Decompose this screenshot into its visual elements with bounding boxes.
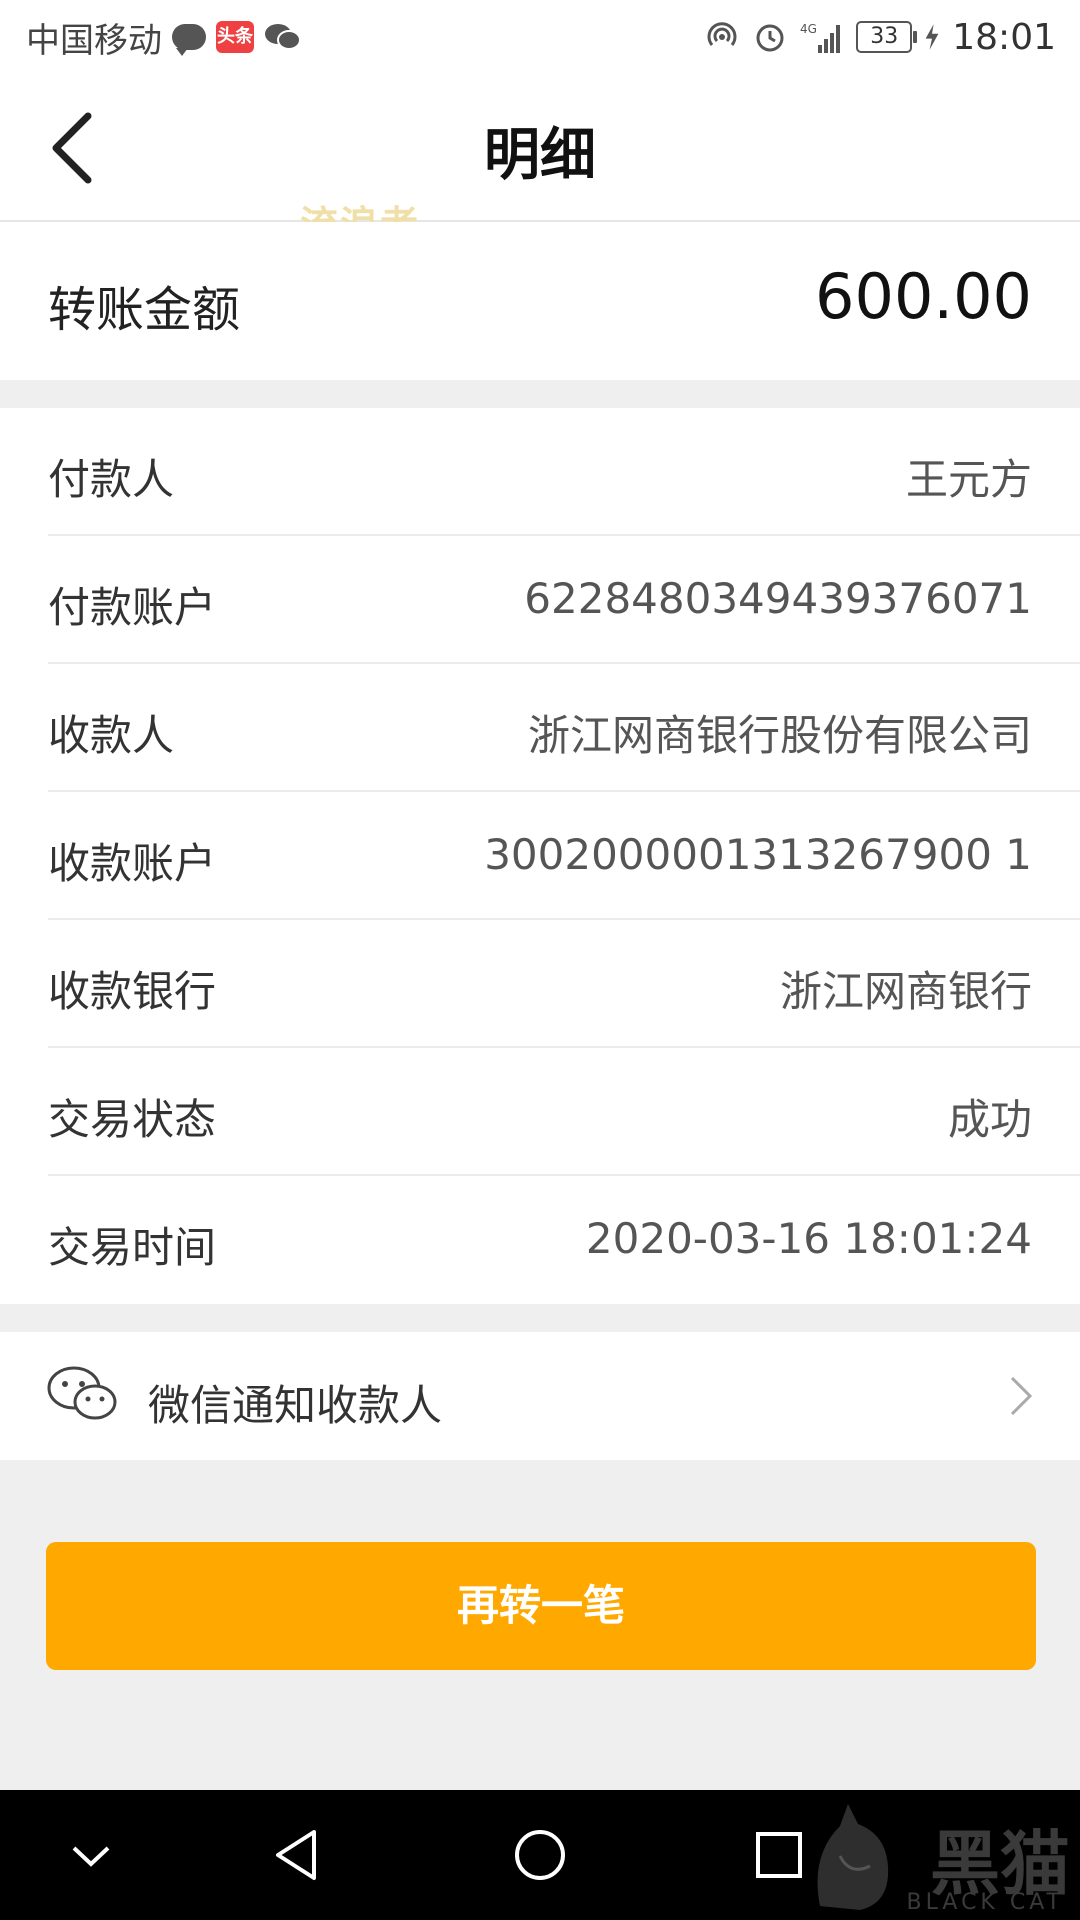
detail-row-time: 交易时间 2020-03-16 18:01:24 [48, 1176, 1080, 1304]
detail-row-payer-account: 付款账户 6228480349439376071 [48, 536, 1080, 664]
back-triangle-icon[interactable] [264, 1820, 334, 1890]
wechat-icon [47, 1366, 117, 1420]
navigation-header: 明细 流浪者 [0, 74, 1080, 247]
cat-icon [817, 1804, 889, 1910]
wechat-notify-label: 微信通知收款人 [148, 1381, 443, 1430]
hotspot-icon [707, 22, 737, 46]
details-card: 付款人 王元方 付款账户 6228480349439376071 收款人 浙江网… [0, 408, 1080, 1304]
clock: 18:01 [952, 16, 1056, 58]
detail-value: 6228480349439376071 [524, 574, 1032, 623]
detail-value: 浙江网商银行股份有限公司 [527, 711, 1032, 760]
detail-row-payer: 付款人 王元方 [48, 408, 1080, 536]
system-navigation-bar: 黑猫 BLACK CAT [0, 1790, 1080, 1920]
transfer-again-button[interactable]: 再转一笔 [46, 1542, 1036, 1670]
page-title: 明细 [484, 123, 596, 188]
amount-label: 转账金额 [48, 282, 241, 338]
detail-value: 王元方 [905, 455, 1032, 504]
detail-label: 交易状态 [48, 1095, 217, 1144]
alarm-icon [756, 24, 784, 52]
status-right: 4G 33 18:01 [704, 14, 1056, 60]
brand-subtext: BLACK CAT [906, 1890, 1064, 1915]
detail-value: 成功 [947, 1095, 1032, 1144]
detail-label: 付款人 [48, 455, 175, 504]
blackcat-logo: 黑猫 BLACK CAT [800, 1790, 1080, 1920]
collapse-icon[interactable] [56, 1820, 126, 1890]
detail-row-status: 交易状态 成功 [48, 1048, 1080, 1176]
charging-icon [925, 24, 939, 50]
carrier-name: 中国移动 [26, 20, 162, 61]
status-left: 中国移动 头条 [26, 16, 302, 61]
detail-value: 浙江网商银行 [779, 967, 1032, 1016]
detail-row-payee-account: 收款账户 3002000001313267900 1 [48, 792, 1080, 920]
chevron-right-icon [1010, 1376, 1033, 1416]
detail-value: 2020-03-16 18:01:24 [585, 1214, 1032, 1263]
message-icon [172, 24, 206, 56]
svg-text:4G: 4G [800, 22, 817, 36]
detail-label: 付款账户 [48, 583, 217, 632]
status-bar: 中国移动 头条 4G 33 18:01 [0, 0, 1080, 74]
amount-card: 转账金额 600.00 [0, 222, 1080, 380]
home-circle-icon[interactable] [505, 1820, 575, 1890]
detail-row-payee-bank: 收款银行 浙江网商银行 [48, 920, 1080, 1048]
detail-row-payee: 收款人 浙江网商银行股份有限公司 [48, 664, 1080, 792]
signal-4g-icon: 4G [800, 22, 841, 53]
detail-value: 3002000001313267900 1 [484, 830, 1032, 879]
amount-value: 600.00 [815, 260, 1032, 333]
toutiao-icon: 头条 [216, 21, 254, 53]
wechat-icon [265, 24, 301, 50]
battery-icon: 33 [856, 21, 918, 53]
detail-label: 收款账户 [48, 839, 217, 888]
detail-label: 交易时间 [48, 1223, 217, 1272]
detail-label: 收款人 [48, 711, 175, 760]
wechat-notify-row[interactable]: 微信通知收款人 [0, 1332, 1080, 1460]
detail-label: 收款银行 [48, 967, 217, 1016]
